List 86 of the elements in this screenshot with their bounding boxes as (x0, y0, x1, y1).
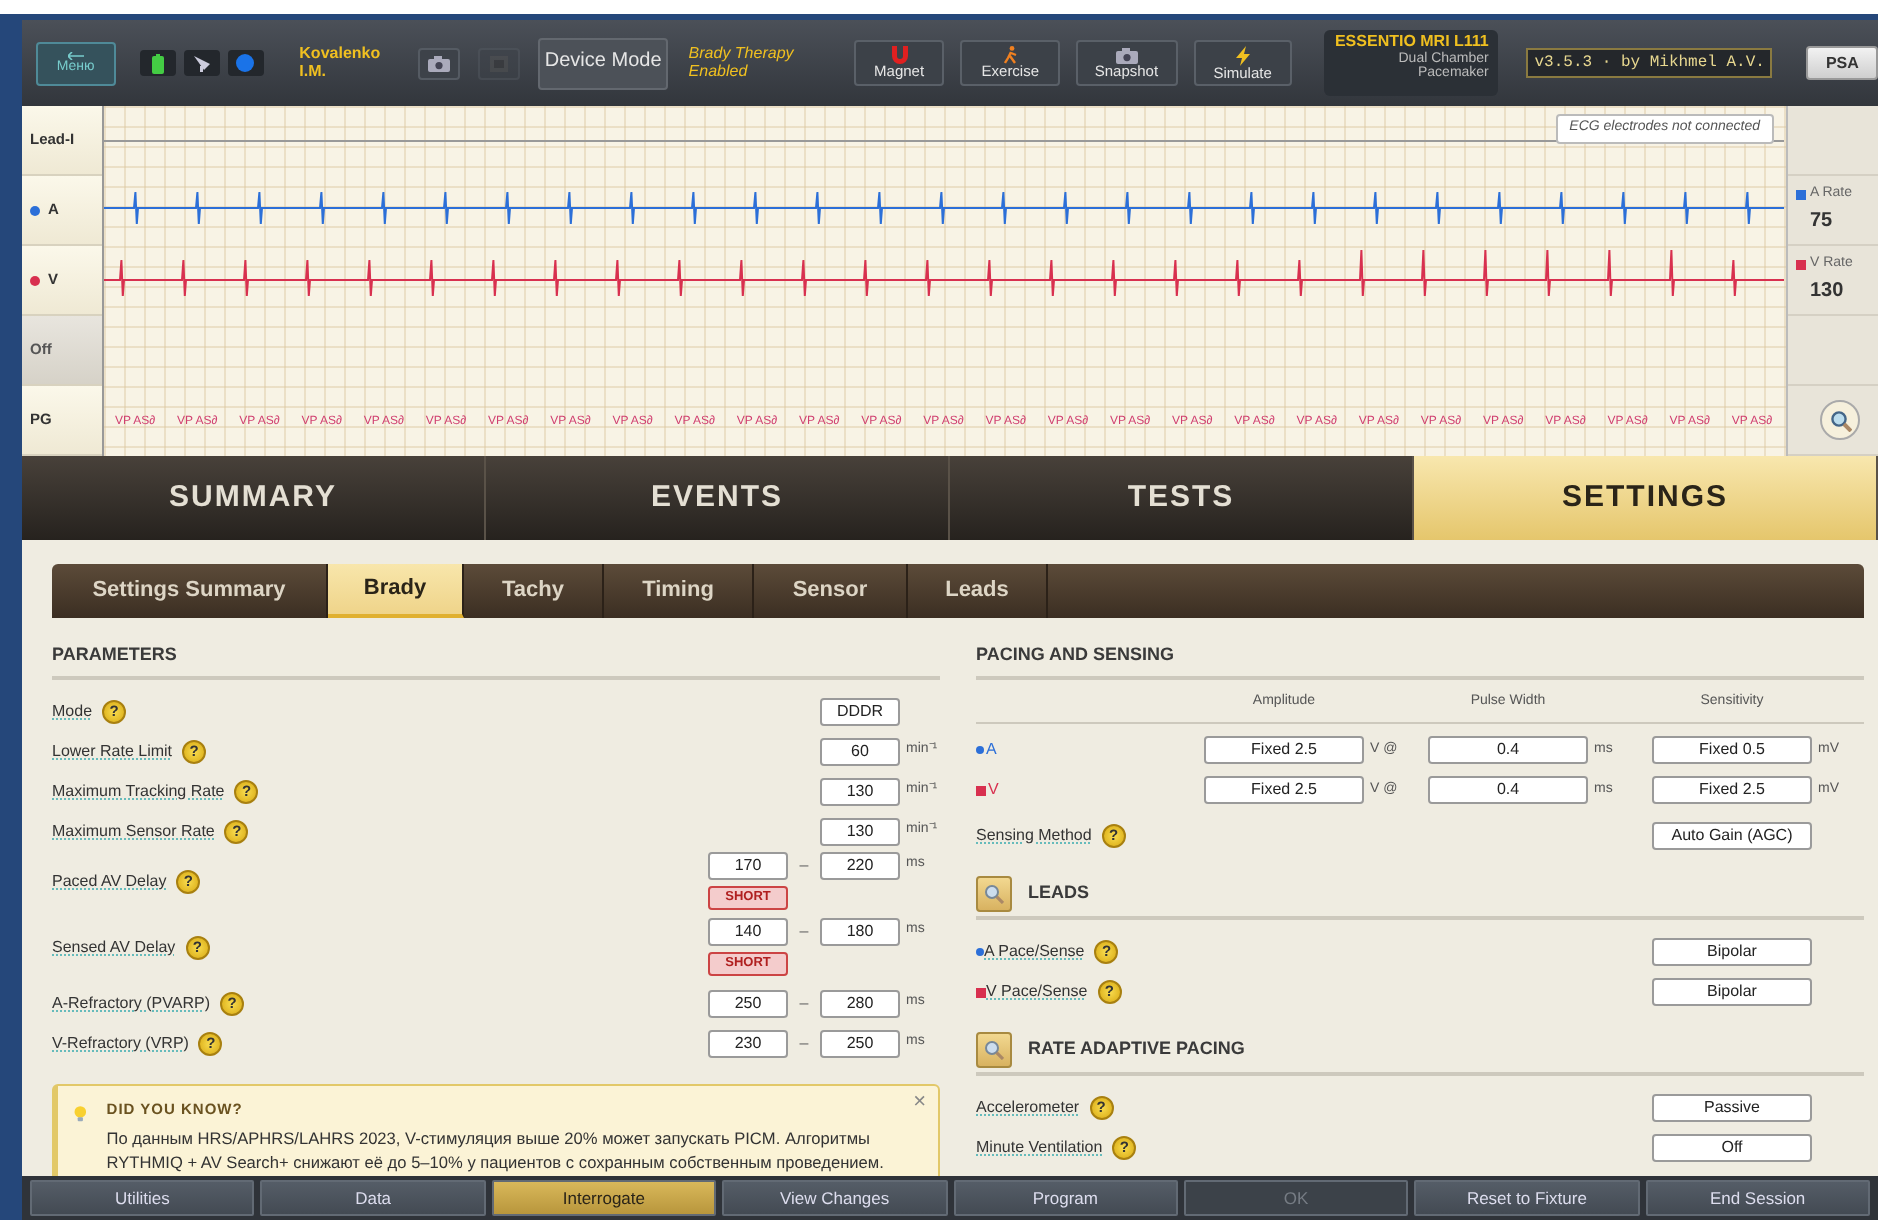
version-label: v3.5.3 · by Mikhmel A.V. (1526, 48, 1773, 78)
value-field[interactable]: DDDR (820, 697, 900, 725)
zoom-button[interactable] (1820, 400, 1860, 440)
value-field[interactable]: 0.4 (1428, 736, 1588, 764)
rate-value: 75 (1808, 207, 1835, 236)
search-button[interactable] (976, 1032, 1012, 1068)
psa-button[interactable]: PSA (1806, 46, 1878, 80)
main-tab[interactable]: EVENTS (486, 456, 950, 540)
device-mode-button[interactable]: Device Mode (537, 37, 669, 89)
value-field[interactable]: 60 (820, 737, 900, 765)
value-field[interactable]: 140 (708, 917, 788, 945)
search-icon (984, 884, 1004, 904)
search-icon (1829, 409, 1851, 431)
tip-text: По данным HRS/APHRS/LAHRS 2023, V-стимуляция выше 20% может запускать PICM. Алгоритмы RYTHMIQ + AV Search+ снижают её до 5–10% у пациентов с сохранным собственным проведением. (106, 1125, 886, 1176)
search-button[interactable] (976, 876, 1012, 912)
toolbar-button[interactable]: End Session (1645, 1180, 1870, 1216)
parameter-label: Mode (52, 699, 93, 723)
value-field[interactable]: Passive (1652, 1094, 1812, 1122)
arrow-icon (67, 52, 84, 60)
camera-button[interactable] (418, 47, 461, 79)
camera-icon (428, 55, 451, 71)
chamber-label: A (986, 738, 997, 762)
value-field[interactable]: Bipolar (1652, 938, 1812, 966)
section-heading: PARAMETERS (52, 642, 940, 679)
toolbar-button[interactable]: Reset to Fixture (1414, 1180, 1640, 1216)
toolbar-button[interactable]: Data (260, 1180, 486, 1216)
sub-tab[interactable]: Brady (328, 564, 464, 618)
parameter-label: Maximum Tracking Rate (52, 779, 225, 803)
range-separator: – (797, 991, 811, 1015)
sub-tab[interactable]: Tachy (464, 564, 604, 618)
parameter-label: Maximum Sensor Rate (52, 819, 215, 843)
parameter-label: Minute Ventilation (976, 1136, 1103, 1160)
rate-value: 130 (1808, 277, 1846, 306)
value-field[interactable]: 170 (708, 851, 788, 879)
value-field[interactable]: 180 (820, 917, 900, 945)
parameter-label: V Pace/Sense (976, 980, 1088, 1004)
value-field[interactable]: Off (1652, 1134, 1812, 1162)
sub-tab[interactable]: Sensor (754, 564, 908, 618)
value-field[interactable]: Fixed 2.5 (1652, 776, 1812, 804)
parameter-label: A Pace/Sense (976, 940, 1085, 964)
toolbar-button[interactable]: Interrogate (491, 1180, 717, 1216)
main-tab[interactable]: TESTS (950, 456, 1414, 540)
range-separator: – (797, 919, 811, 943)
status-dot-icon (236, 54, 255, 72)
parameter-label: Lower Rate Limit (52, 739, 173, 763)
toolbar-button[interactable]: Utilities (30, 1180, 255, 1216)
value-field[interactable]: 250 (820, 1029, 900, 1057)
range-separator: – (797, 853, 811, 877)
sub-tab[interactable]: Timing (604, 564, 754, 618)
main-tab[interactable]: SETTINGS (1414, 456, 1878, 540)
device-model: ESSENTIO MRI L111 (1334, 34, 1489, 51)
section-heading: PACING AND SENSING (976, 642, 1864, 679)
value-field[interactable]: 220 (820, 851, 900, 879)
parameter-label: A-Refractory (PVARP) (52, 991, 210, 1015)
parameter-label: Paced AV Delay (52, 869, 167, 893)
value-field[interactable]: Bipolar (1652, 978, 1812, 1006)
chamber-label: V (988, 778, 999, 802)
value-field[interactable]: 130 (820, 777, 900, 805)
value-field[interactable]: Fixed 2.5 (1204, 736, 1364, 764)
parameter-label: V-Refractory (VRP) (52, 1031, 189, 1055)
value-field[interactable]: 230 (708, 1029, 788, 1057)
sub-tab[interactable]: Leads (908, 564, 1048, 618)
magnet-icon (889, 46, 910, 65)
parameter-label: Accelerometer (976, 1096, 1080, 1120)
patient-name: Kovalenko I.M. (299, 45, 383, 81)
toolbar-button[interactable]: Program (953, 1180, 1178, 1216)
value-field[interactable]: Fixed 0.5 (1652, 736, 1812, 764)
value-field[interactable]: 130 (820, 817, 900, 845)
parameter-label: Sensed AV Delay (52, 935, 176, 959)
value-field[interactable]: Fixed 2.5 (1204, 776, 1364, 804)
parameter-label: Sensing Method (976, 824, 1092, 848)
lightning-icon (1235, 45, 1250, 66)
value-field[interactable]: Auto Gain (AGC) (1652, 822, 1812, 850)
value-field[interactable]: 0.4 (1428, 776, 1588, 804)
battery-icon (151, 53, 164, 73)
therapy-status: Brady Therapy Enabled (688, 46, 796, 80)
value-field[interactable]: 250 (708, 989, 788, 1017)
toolbar-button[interactable]: View Changes (722, 1180, 947, 1216)
section-heading: RATE ADAPTIVE PACING (1028, 1036, 1245, 1063)
value-field[interactable]: 280 (820, 989, 900, 1017)
section-heading: LEADS (1028, 880, 1090, 907)
range-separator: – (797, 1031, 811, 1055)
runner-icon (1003, 46, 1018, 65)
camera-icon (1115, 47, 1138, 64)
main-tab[interactable]: SUMMARY (22, 456, 486, 540)
search-icon (984, 1040, 1004, 1060)
